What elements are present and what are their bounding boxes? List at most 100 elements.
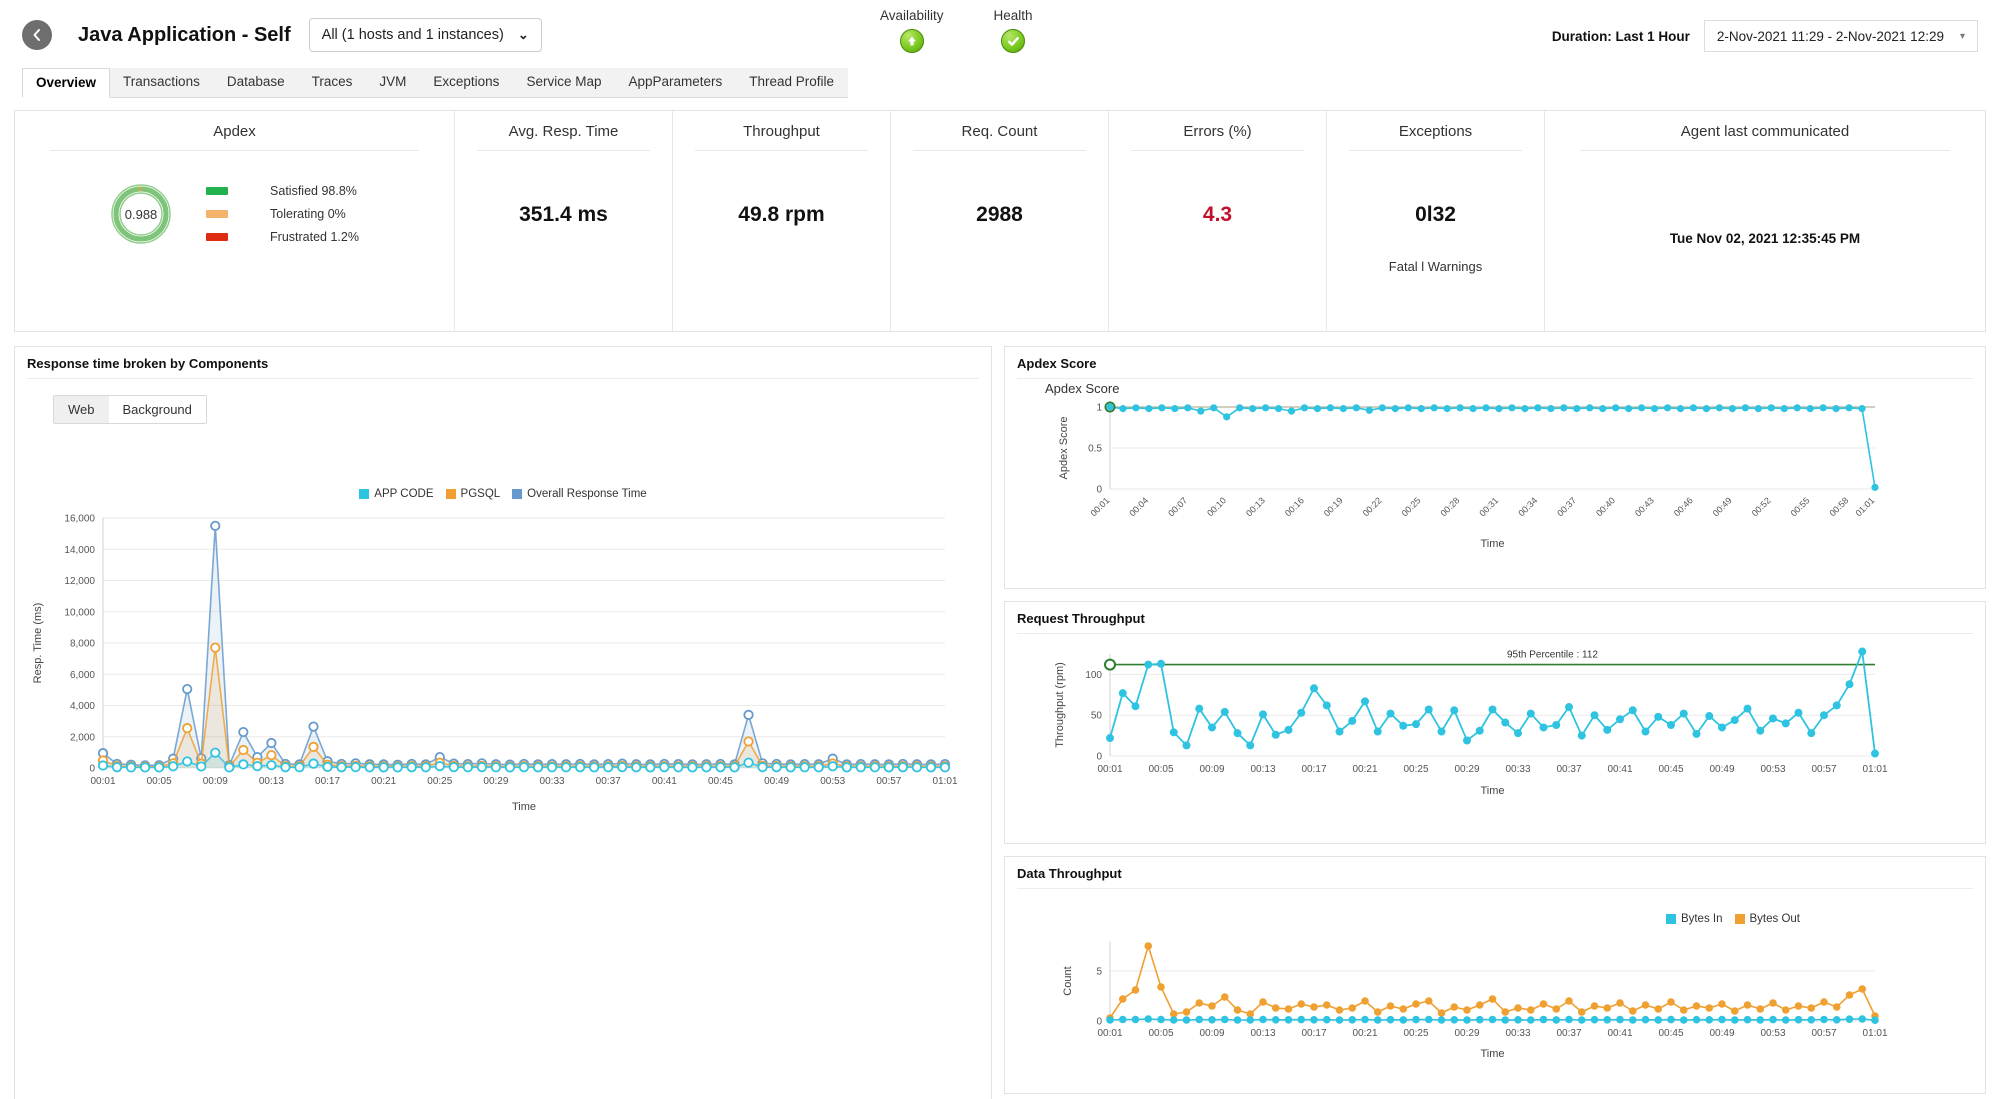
- panel-data-throughput: Data Throughput Bytes InBytes Out 0500:0…: [1004, 856, 1986, 1095]
- availability-label: Availability: [880, 8, 944, 23]
- legend-swatch: [1735, 914, 1745, 924]
- web-background-toggle[interactable]: WebBackground: [53, 395, 207, 424]
- kpi-errors-value: 4.3: [1203, 203, 1232, 227]
- svg-text:95th Percentile : 112: 95th Percentile : 112: [1507, 649, 1598, 660]
- apdex-body: 0.988 Satisfied 98.8%Tolerating 0%Frustr…: [110, 183, 359, 245]
- kpi-agent-value: Tue Nov 02, 2021 12:35:45 PM: [1670, 231, 1860, 246]
- svg-text:00:21: 00:21: [1352, 764, 1377, 775]
- svg-text:00:46: 00:46: [1672, 495, 1695, 518]
- tab-thread-profile[interactable]: Thread Profile: [736, 68, 848, 97]
- apdex-score-chart[interactable]: Apdex Score00.5100:0100:0400:0700:1000:1…: [1005, 379, 1985, 579]
- response-time-chart[interactable]: 02,0004,0006,0008,00010,00012,00014,0001…: [15, 500, 975, 830]
- segment-web[interactable]: Web: [54, 396, 109, 423]
- svg-text:00:58: 00:58: [1827, 495, 1850, 518]
- svg-text:00:52: 00:52: [1750, 495, 1773, 518]
- request-throughput-chart[interactable]: 05010095th Percentile : 11200:0100:0500:…: [1005, 634, 1985, 834]
- data-throughput-chart[interactable]: 0500:0100:0500:0900:1300:1700:2100:2500:…: [1005, 925, 1985, 1075]
- kpi-errors: Errors (%) 4.3: [1109, 111, 1327, 331]
- svg-text:00:25: 00:25: [1403, 1028, 1428, 1039]
- back-button[interactable]: [22, 20, 52, 50]
- health-badge: [1001, 29, 1025, 53]
- kpi-throughput-value: 49.8 rpm: [738, 203, 824, 227]
- svg-text:00:09: 00:09: [1199, 764, 1224, 775]
- svg-text:00:13: 00:13: [1250, 764, 1275, 775]
- svg-text:0.5: 0.5: [1088, 444, 1102, 455]
- svg-text:00:57: 00:57: [1811, 1028, 1836, 1039]
- tab-exceptions[interactable]: Exceptions: [420, 68, 513, 97]
- panel-apdex-score: Apdex Score Apdex Score00.5100:0100:0400…: [1004, 346, 1986, 589]
- kpi-errors-title: Errors (%): [1183, 123, 1251, 140]
- divider: [913, 150, 1086, 151]
- svg-text:00:49: 00:49: [1709, 764, 1734, 775]
- kpi-apdex-title: Apdex: [213, 123, 256, 140]
- apdex-score-value: 0.988: [110, 183, 172, 245]
- panel-request-throughput: Request Throughput 05010095th Percentile…: [1004, 601, 1986, 844]
- kpi-req-count: Req. Count 2988: [891, 111, 1109, 331]
- availability-status: Availability: [880, 8, 944, 53]
- kpi-exceptions-title: Exceptions: [1399, 123, 1472, 140]
- apdex-donut: 0.988: [110, 183, 172, 245]
- tab-service-map[interactable]: Service Map: [513, 68, 615, 97]
- svg-text:00:57: 00:57: [1811, 764, 1836, 775]
- svg-text:0: 0: [1096, 1016, 1102, 1027]
- legend-item[interactable]: Bytes Out: [1735, 913, 1801, 925]
- tab-transactions[interactable]: Transactions: [110, 68, 214, 97]
- svg-text:14,000: 14,000: [64, 545, 95, 556]
- svg-text:00:41: 00:41: [652, 776, 677, 787]
- svg-text:00:37: 00:37: [1555, 495, 1578, 518]
- svg-text:00:25: 00:25: [427, 776, 452, 787]
- svg-text:00:41: 00:41: [1607, 1028, 1632, 1039]
- legend-item[interactable]: Overall Response Time: [512, 488, 647, 500]
- svg-text:2,000: 2,000: [70, 732, 95, 743]
- availability-badge: [900, 29, 924, 53]
- svg-text:00:05: 00:05: [1148, 1028, 1173, 1039]
- svg-text:00:29: 00:29: [1454, 1028, 1479, 1039]
- svg-text:100: 100: [1085, 670, 1102, 681]
- tab-jvm[interactable]: JVM: [366, 68, 420, 97]
- tab-traces[interactable]: Traces: [299, 68, 367, 97]
- svg-text:0: 0: [89, 764, 95, 775]
- tab-overview[interactable]: Overview: [22, 68, 110, 98]
- legend-item[interactable]: Bytes In: [1666, 913, 1723, 925]
- svg-text:00:49: 00:49: [1711, 495, 1734, 518]
- svg-text:00:17: 00:17: [315, 776, 340, 787]
- svg-text:00:28: 00:28: [1438, 495, 1461, 518]
- svg-text:00:37: 00:37: [1556, 1028, 1581, 1039]
- kpi-exceptions-value: 0l32: [1415, 203, 1456, 227]
- host-instance-select[interactable]: All (1 hosts and 1 instances) ⌄: [309, 18, 542, 52]
- svg-text:00:13: 00:13: [1244, 495, 1267, 518]
- svg-text:00:25: 00:25: [1400, 495, 1423, 518]
- tab-bar: OverviewTransactionsDatabaseTracesJVMExc…: [0, 70, 2000, 98]
- svg-text:Time: Time: [512, 801, 536, 813]
- tab-database[interactable]: Database: [214, 68, 299, 97]
- segment-background[interactable]: Background: [109, 396, 206, 423]
- kpi-summary-row: Apdex 0.988 Satisfied 98.8%Tolerating 0%…: [14, 110, 1986, 332]
- svg-text:00:17: 00:17: [1301, 1028, 1326, 1039]
- tab-appparameters[interactable]: AppParameters: [615, 68, 736, 97]
- svg-text:16,000: 16,000: [64, 514, 95, 525]
- legend-item[interactable]: PGSQL: [446, 488, 501, 500]
- svg-text:00:45: 00:45: [708, 776, 733, 787]
- legend-label: APP CODE: [374, 488, 433, 500]
- svg-text:00:10: 00:10: [1205, 495, 1228, 518]
- svg-text:00:01: 00:01: [1097, 764, 1122, 775]
- legend-swatch: [206, 210, 228, 218]
- svg-text:01:01: 01:01: [932, 776, 957, 787]
- kpi-avg-resp-time: Avg. Resp. Time 351.4 ms: [455, 111, 673, 331]
- svg-text:00:25: 00:25: [1403, 764, 1428, 775]
- duration-range-picker[interactable]: 2-Nov-2021 11:29 - 2-Nov-2021 12:29 ▾: [1704, 20, 1978, 52]
- svg-text:00:33: 00:33: [540, 776, 565, 787]
- divider: [1131, 150, 1304, 151]
- svg-text:01:01: 01:01: [1862, 1028, 1887, 1039]
- legend-item[interactable]: APP CODE: [359, 488, 433, 500]
- right-column: Apdex Score Apdex Score00.5100:0100:0400…: [1004, 346, 1986, 1099]
- health-label: Health: [994, 8, 1033, 23]
- chevron-down-icon: ⌄: [518, 27, 529, 43]
- legend-swatch: [206, 233, 228, 241]
- svg-text:00:05: 00:05: [1148, 764, 1173, 775]
- svg-text:00:19: 00:19: [1322, 495, 1345, 518]
- svg-text:Throughput (rpm): Throughput (rpm): [1054, 662, 1066, 748]
- kpi-avg-resp-time-title: Avg. Resp. Time: [509, 123, 619, 140]
- kpi-exceptions-sublabel: Fatal l Warnings: [1389, 259, 1482, 274]
- divider: [1017, 888, 1973, 889]
